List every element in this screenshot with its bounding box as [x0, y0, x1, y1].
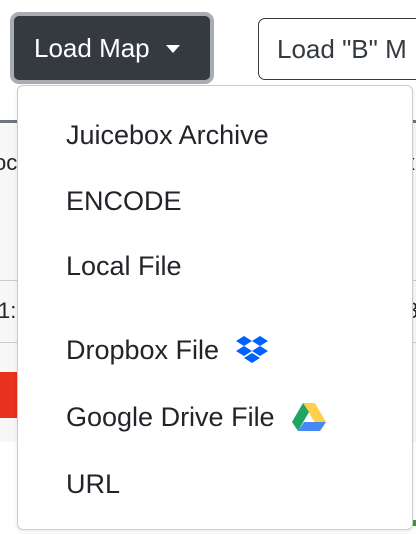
menu-item-url[interactable]: URL — [18, 456, 412, 512]
menu-item-label: Local File — [66, 250, 182, 281]
caret-down-icon — [165, 45, 180, 53]
menu-item-juicebox-archive[interactable]: Juicebox Archive — [18, 107, 412, 163]
menu-item-label: Dropbox File — [66, 334, 220, 365]
app-stage: oc x 1: 8 Load Map Load "B" M Juicebox A… — [0, 0, 416, 534]
load-map-label: Load Map — [34, 32, 150, 63]
load-map-button[interactable]: Load Map — [10, 12, 214, 84]
menu-item-dropbox-file[interactable]: Dropbox File — [18, 322, 412, 378]
load-map-dropdown-menu: Juicebox Archive ENCODE Local File Dropb… — [17, 85, 413, 530]
menu-item-google-drive-file[interactable]: Google Drive File — [18, 389, 412, 445]
menu-item-label: Google Drive File — [66, 401, 275, 432]
background-text-fragment: oc — [0, 150, 18, 175]
load-b-map-label: Load "B" M — [277, 33, 407, 64]
dropbox-icon — [235, 335, 269, 365]
load-b-map-button[interactable]: Load "B" M — [258, 18, 416, 80]
menu-item-label: Juicebox Archive — [66, 119, 269, 150]
menu-item-label: URL — [66, 468, 121, 499]
google-drive-icon — [291, 402, 327, 432]
menu-item-encode[interactable]: ENCODE — [18, 173, 412, 229]
menu-item-label: ENCODE — [66, 185, 182, 216]
background-text-fragment: 1: — [0, 298, 17, 323]
menu-item-local-file[interactable]: Local File — [18, 238, 412, 294]
